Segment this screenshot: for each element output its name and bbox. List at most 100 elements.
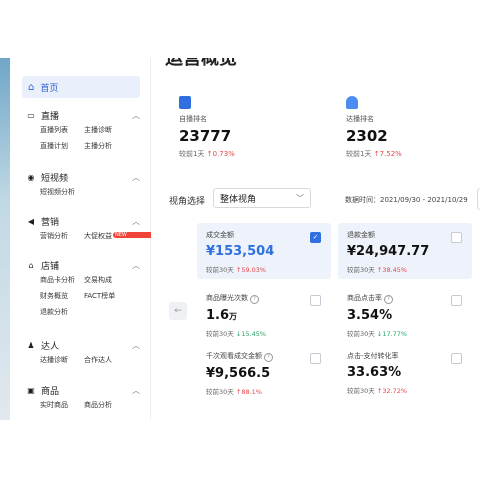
sidebar-group-live: ▭ 直播 ︿ 直播列表 主播诊断 直播计划 主播分析 <box>26 108 140 154</box>
sidebar-group-label: 营销 <box>41 217 60 228</box>
compare-value: 17.77% <box>382 330 408 338</box>
chevron-up-icon: ︿ <box>132 172 140 182</box>
help-icon[interactable]: ? <box>250 295 259 304</box>
metric-card[interactable]: 点击-支付转化率 33.63% 较前30天 ↑32.72% <box>338 344 472 400</box>
compare-value: 32.72% <box>382 387 408 395</box>
metric-compare: 较前30天 ↓15.45% <box>206 328 331 338</box>
live-icon: ▭ <box>27 110 35 120</box>
sidebar-item[interactable]: 直播计划 <box>40 141 84 151</box>
stat-value: 2302 <box>346 127 388 145</box>
sidebar-group-store: ⌂ 店铺 ︿ 商品卡分析 交易构成 财务概览 FACT榜单 退款分析 <box>26 258 140 320</box>
main-content: 运营概览 自播排名 23777 较前1天 ↑0.73% 达播排名 2302 较前… <box>151 58 480 420</box>
stat-compare: 较前1天 ↑7.52% <box>346 149 402 159</box>
sidebar-group-marketing: ◀ 营销 ︿ 营销分析 大促权益 NEW <box>26 214 161 244</box>
view-select[interactable]: 整体视角 ﹀ <box>213 188 311 208</box>
compare-prefix: 较前30天 <box>347 330 375 338</box>
metric-card[interactable]: 成交金额 ¥153,504 较前30天 ↑59.03% ✓ <box>197 223 331 279</box>
sidebar-item[interactable]: 直播列表 <box>40 125 84 135</box>
metric-card[interactable]: 商品曝光次数? 1.6万 较前30天 ↓15.45% <box>197 286 331 342</box>
sidebar-item[interactable]: 商品分析 <box>84 400 128 410</box>
data-time: 数据时间：2021/09/30 - 2021/10/29 <box>345 196 468 204</box>
page-title: 运营概览 <box>165 58 237 69</box>
compare-prefix: 较前30天 <box>206 388 234 396</box>
sidebar-item[interactable]: 主播分析 <box>84 141 128 151</box>
metric-value: ¥153,504 <box>206 244 275 259</box>
metric-number: 1.6 <box>206 308 230 323</box>
metric-card[interactable]: 退款金额 ¥24,947.77 较前30天 ↑38.45% <box>338 223 472 279</box>
person-icon: ♟ <box>27 340 35 350</box>
sidebar-item[interactable]: 营销分析 <box>40 231 84 241</box>
stat-label: 达播排名 <box>346 115 374 123</box>
metric-label: 千次观看成交金额 <box>206 352 262 360</box>
metric-card[interactable]: 商品点击率? 3.54% 较前30天 ↓17.77% <box>338 286 472 342</box>
metric-card[interactable]: 千次观看成交金额? ¥9,566.5 较前30天 ↑88.1% <box>197 344 331 400</box>
compare-prefix: 较前30天 <box>206 330 234 338</box>
view-select-label: 视角选择 <box>169 197 206 207</box>
sidebar-group-header[interactable]: ▭ 直播 ︿ <box>26 108 140 122</box>
chevron-up-icon: ︿ <box>132 110 140 120</box>
sidebar-item[interactable]: 实时商品 <box>40 400 84 410</box>
sidebar-group-header[interactable]: ♟ 达人 ︿ <box>26 338 140 352</box>
prev-page-button[interactable]: ← <box>169 302 187 320</box>
sidebar-item-label: 首页 <box>40 83 59 94</box>
compare-value: 38.45% <box>382 266 408 274</box>
stat-talent-rank: 达播排名 2302 较前1天 ↑7.52% <box>346 96 402 159</box>
compare-value: 7.52% <box>379 150 402 158</box>
sidebar-group-header[interactable]: ◀ 营销 ︿ <box>26 214 140 228</box>
sidebar-item[interactable]: 主播诊断 <box>84 125 128 135</box>
metric-label: 商品曝光次数 <box>206 294 248 302</box>
sidebar-item[interactable]: 大促权益 NEW <box>84 231 161 241</box>
stat-label: 自播排名 <box>179 115 207 123</box>
store-icon: ⌂ <box>28 260 34 270</box>
sidebar-group-header[interactable]: ▣ 商品 ︿ <box>26 383 140 397</box>
metric-compare: 较前30天 ↓17.77% <box>347 328 472 338</box>
sidebar-item-home[interactable]: ⌂ 首页 <box>22 76 140 98</box>
metric-unit: 万 <box>229 312 238 321</box>
metric-compare: 较前30天 ↑32.72% <box>347 385 472 395</box>
sidebar-group-video: ◉ 短视频 ︿ 短视频分析 <box>26 170 141 200</box>
compare-prefix: 较前30天 <box>206 266 234 274</box>
arrow-left-icon: ← <box>174 306 182 316</box>
metric-checkbox[interactable] <box>451 353 462 364</box>
compare-prefix: 较前1天 <box>346 150 372 158</box>
sidebar-item[interactable]: 商品卡分析 <box>40 275 84 285</box>
sidebar-item[interactable]: 交易构成 <box>84 275 128 285</box>
sidebar-item[interactable]: 退款分析 <box>40 307 84 317</box>
sidebar-item[interactable]: FACT榜单 <box>84 291 128 301</box>
chevron-up-icon: ︿ <box>132 340 140 350</box>
sidebar-item[interactable]: 财务概览 <box>40 291 84 301</box>
box-icon: ▣ <box>27 385 35 395</box>
metric-value: ¥24,947.77 <box>347 244 430 259</box>
sidebar-item[interactable]: 短视频分析 <box>40 187 84 197</box>
sidebar-group-label: 店铺 <box>41 261 60 272</box>
sidebar: ⌂ 首页 ▭ 直播 ︿ 直播列表 主播诊断 直播计划 主播分析 ◉ 短视频 ︿ 短视… <box>0 58 161 420</box>
compare-value: 88.1% <box>241 388 262 396</box>
help-icon[interactable]: ? <box>384 295 393 304</box>
metric-checkbox[interactable] <box>451 232 462 243</box>
help-icon[interactable]: ? <box>264 353 273 362</box>
sidebar-item[interactable]: 达播诊断 <box>40 355 84 365</box>
metric-compare: 较前30天 ↑88.1% <box>206 386 331 396</box>
sidebar-group-label: 直播 <box>41 111 60 122</box>
metric-checkbox[interactable]: ✓ <box>310 232 321 243</box>
sidebar-item[interactable]: 合作达人 <box>84 355 128 365</box>
metric-value: ¥9,566.5 <box>206 366 271 381</box>
sidebar-group-talent: ♟ 达人 ︿ 达播诊断 合作达人 <box>26 338 140 368</box>
sidebar-group-product: ▣ 商品 ︿ 实时商品 商品分析 <box>26 383 140 413</box>
compare-prefix: 较前1天 <box>179 150 205 158</box>
metric-checkbox[interactable] <box>451 295 462 306</box>
metric-label: 商品点击率 <box>347 294 382 302</box>
metric-checkbox[interactable] <box>310 295 321 306</box>
sidebar-group-header[interactable]: ⌂ 店铺 ︿ <box>26 258 140 272</box>
chevron-down-icon: ﹀ <box>296 193 304 203</box>
compare-value: 15.45% <box>241 330 267 338</box>
chevron-up-icon: ︿ <box>132 216 140 226</box>
sidebar-group-label: 短视频 <box>41 173 69 184</box>
chevron-up-icon: ︿ <box>132 260 140 270</box>
view-select-value: 整体视角 <box>220 194 257 205</box>
metric-value: 33.63% <box>347 365 402 380</box>
video-icon: ◉ <box>27 172 35 182</box>
sidebar-group-header[interactable]: ◉ 短视频 ︿ <box>26 170 141 184</box>
stat-self-rank: 自播排名 23777 较前1天 ↑0.73% <box>179 96 235 159</box>
metric-checkbox[interactable] <box>310 353 321 364</box>
